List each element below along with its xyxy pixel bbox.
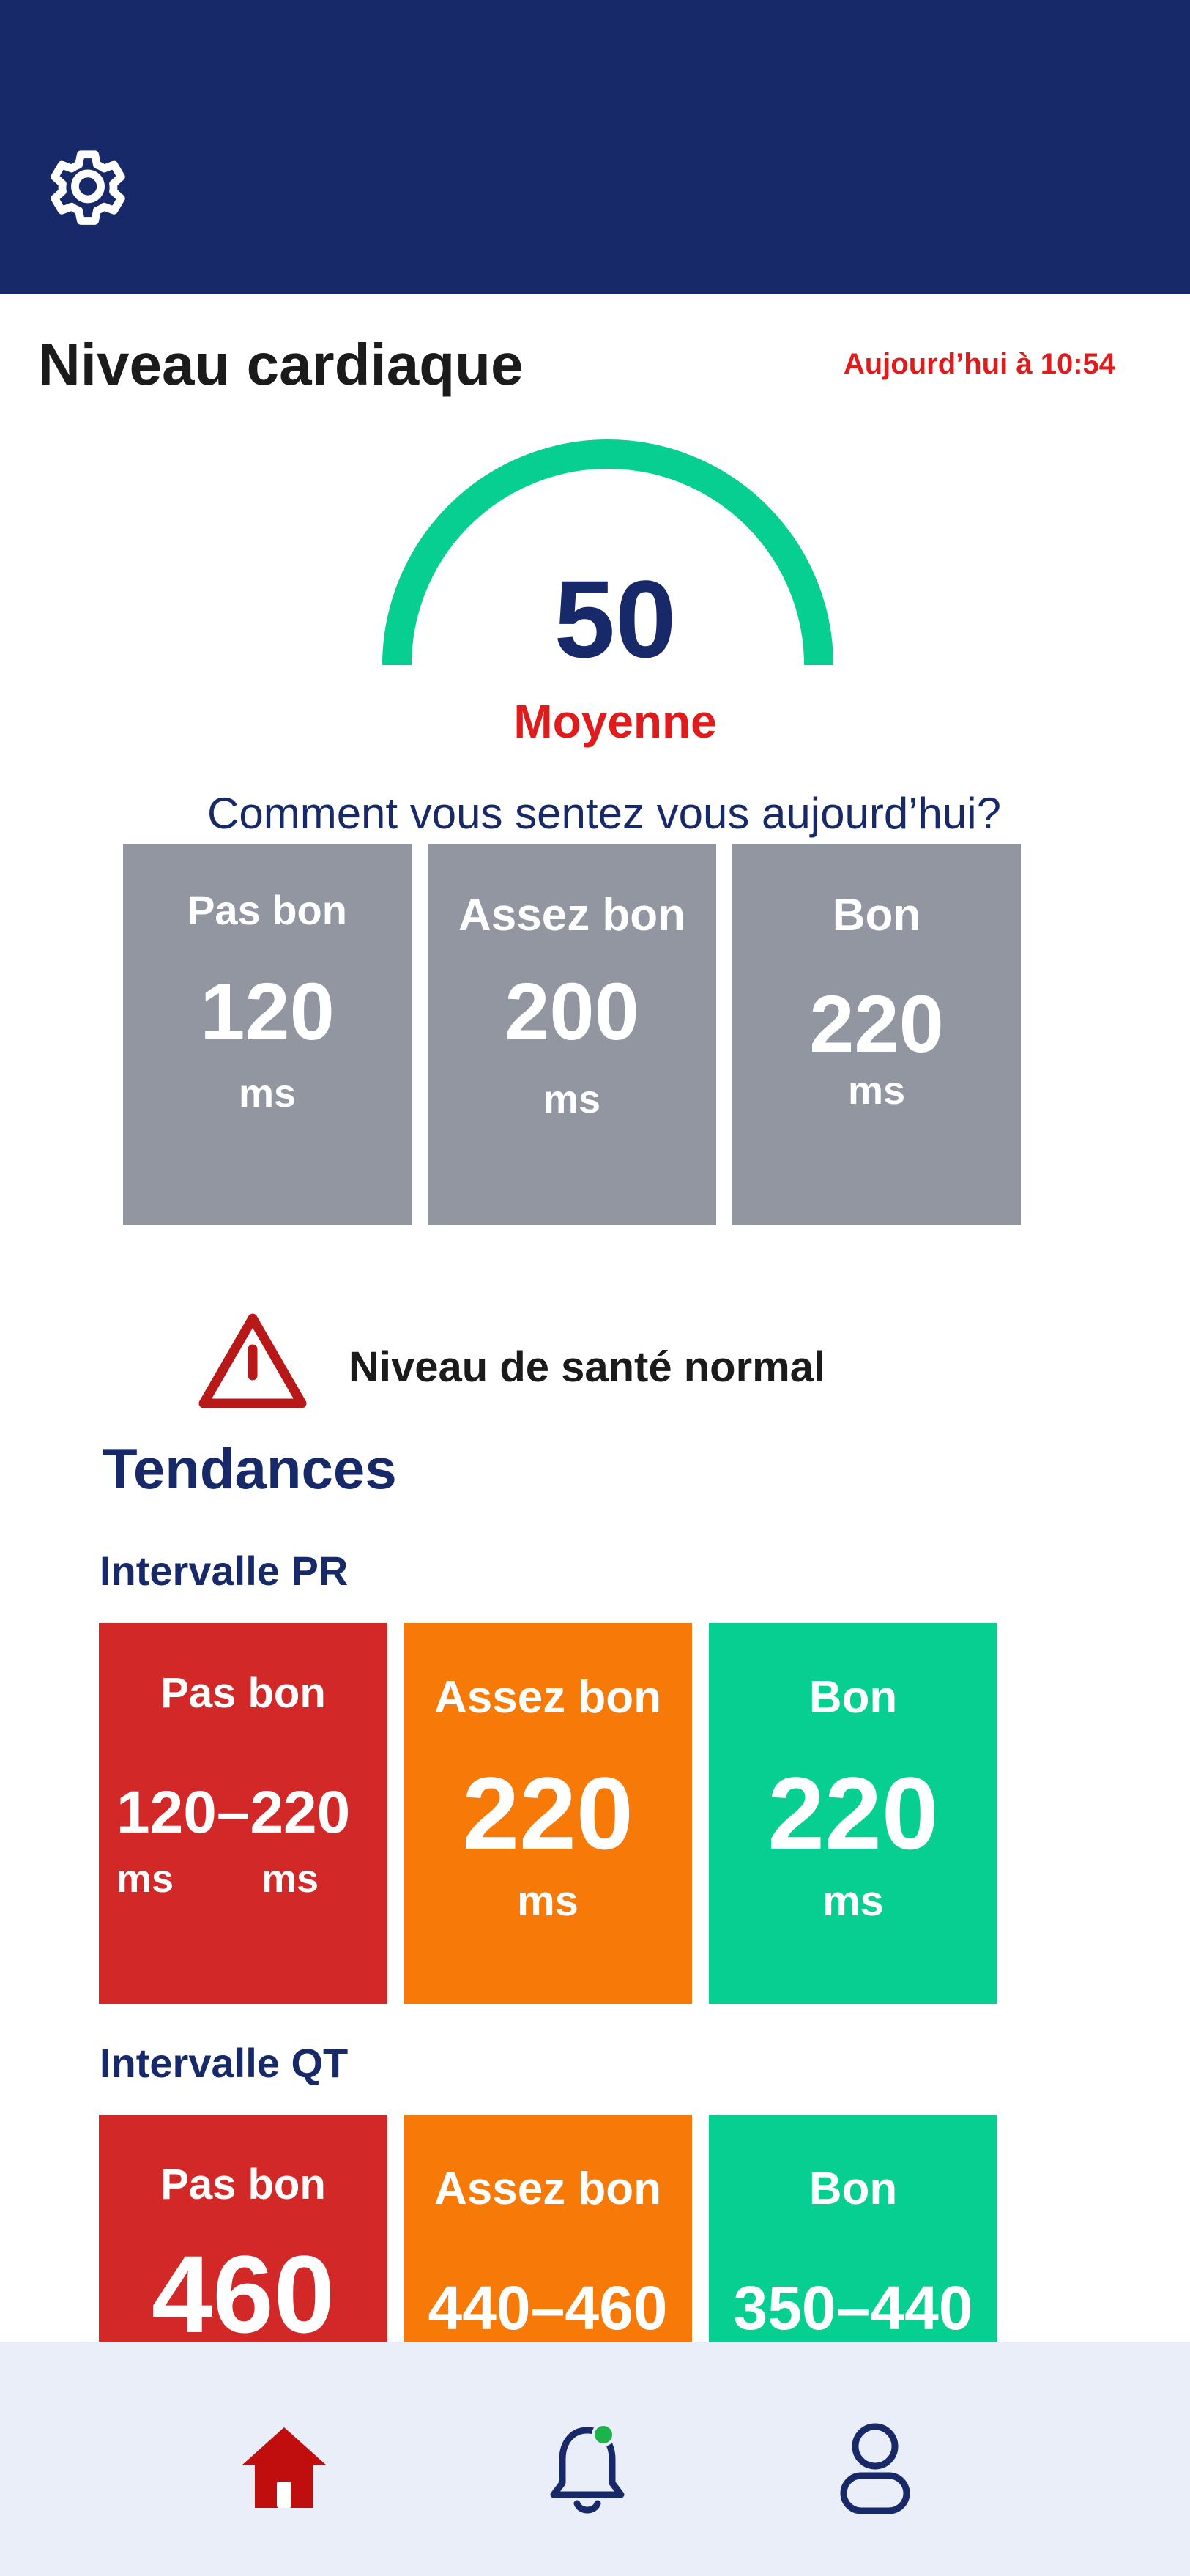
notification-dot xyxy=(592,2423,615,2446)
tile-label: Pas bon xyxy=(187,887,347,933)
tile-value: 120 xyxy=(200,967,335,1057)
tile-label: Assez bon xyxy=(458,890,686,940)
feeling-option-bon[interactable]: Bon 220 ms xyxy=(732,844,1021,1225)
measurement-timestamp: Aujourd’hui à 10:54 xyxy=(843,348,1115,380)
top-app-bar xyxy=(0,0,1190,294)
warning-icon xyxy=(198,1313,307,1408)
page-title: Niveau cardiaque xyxy=(38,332,524,397)
tile-unit: ms xyxy=(517,1877,579,1925)
pr-tile-bon[interactable]: Bon 220 ms xyxy=(709,1623,997,2004)
profile-icon[interactable] xyxy=(839,2423,911,2515)
gauge-value: 50 xyxy=(554,557,677,680)
pr-tile-pas-bon[interactable]: Pas bon 120–220 ms ms xyxy=(99,1623,387,2004)
home-icon[interactable] xyxy=(240,2424,328,2511)
tile-value: 460 xyxy=(151,2232,335,2356)
tile-value: 350–440 xyxy=(733,2274,973,2342)
tile-value: 220 xyxy=(767,1756,939,1871)
tile-label: Assez bon xyxy=(434,2164,662,2214)
tile-value: 220 xyxy=(809,979,944,1069)
tile-label: Bon xyxy=(808,2164,898,2214)
bell-icon[interactable] xyxy=(546,2423,628,2518)
pr-interval-title: Intervalle PR xyxy=(100,1548,349,1594)
qt-interval-title: Intervalle QT xyxy=(100,2040,349,2086)
gear-icon[interactable] xyxy=(38,137,138,237)
tile-label: Pas bon xyxy=(160,1669,326,1717)
trends-title: Tendances xyxy=(103,1436,397,1501)
tile-range-value: 120–220 xyxy=(116,1779,351,1846)
tile-unit: ms xyxy=(116,1857,174,1901)
tile-unit: ms xyxy=(543,1077,601,1121)
pr-tile-assez-bon[interactable]: Assez bon 220 ms xyxy=(404,1623,692,2004)
tile-unit: ms xyxy=(822,1877,884,1925)
tile-value: 220 xyxy=(462,1756,633,1871)
feeling-question: Comment vous sentez vous aujourd’hui? xyxy=(207,789,1001,838)
health-status-text: Niveau de santé normal xyxy=(349,1343,826,1391)
tile-unit: ms xyxy=(261,1857,319,1901)
feeling-option-assez-bon[interactable]: Assez bon 200 ms xyxy=(428,844,716,1225)
feeling-option-pas-bon[interactable]: Pas bon 120 ms xyxy=(123,844,412,1225)
tile-label: Pas bon xyxy=(160,2161,326,2208)
tile-unit: ms xyxy=(847,1069,906,1113)
tile-unit: ms xyxy=(238,1072,297,1116)
tile-label: Bon xyxy=(808,1672,898,1723)
tile-value: 440–460 xyxy=(428,2274,668,2342)
tile-value: 200 xyxy=(505,967,639,1057)
tile-label: Bon xyxy=(832,890,921,940)
gauge-status-label: Moyenne xyxy=(513,695,717,748)
tile-label: Assez bon xyxy=(434,1672,662,1723)
